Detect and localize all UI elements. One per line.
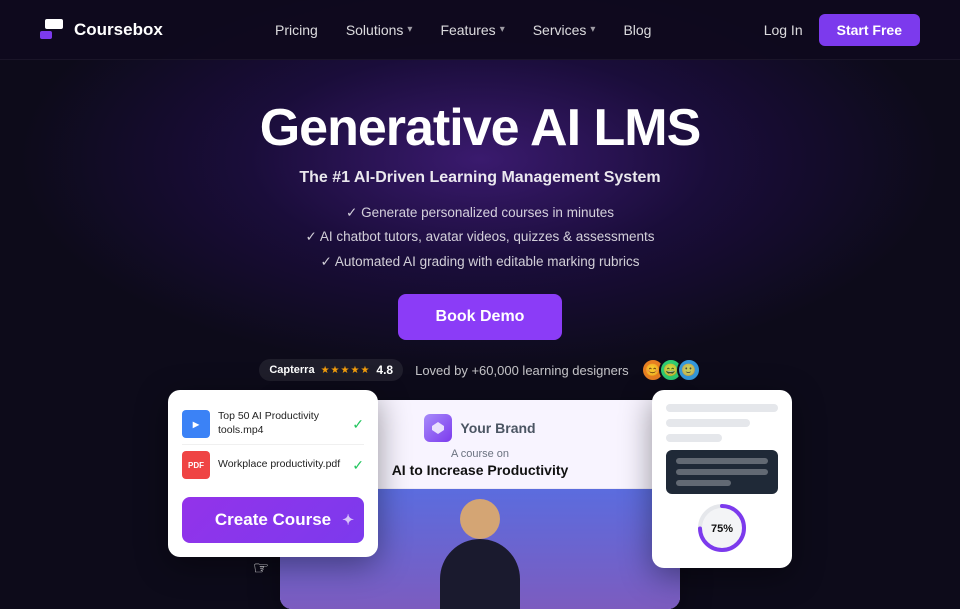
progress-circle: 75% bbox=[696, 502, 748, 554]
preview-area: ▶ Top 50 AI Productivity tools.mp4 ✓ PDF… bbox=[0, 400, 960, 600]
dark-line-3 bbox=[676, 480, 731, 486]
loved-by-text: Loved by +60,000 learning designers bbox=[415, 363, 629, 378]
brand-name: Your Brand bbox=[460, 420, 535, 436]
navbar: Coursebox Pricing Solutions ▾ Features ▾ bbox=[0, 0, 960, 60]
person-face bbox=[460, 499, 500, 539]
chevron-down-icon: ▾ bbox=[407, 24, 412, 35]
dark-block bbox=[666, 450, 778, 494]
text-line-3 bbox=[666, 434, 722, 442]
nav-link-solutions[interactable]: Solutions ▾ bbox=[346, 22, 413, 38]
nav-item-services[interactable]: Services ▾ bbox=[533, 22, 596, 38]
mp4-icon: ▶ bbox=[182, 410, 210, 438]
brand-icon bbox=[424, 414, 452, 442]
file-item-2: PDF Workplace productivity.pdf ✓ bbox=[182, 444, 364, 485]
capterra-stars: ★★★★★ bbox=[321, 365, 371, 376]
nav-link-blog[interactable]: Blog bbox=[623, 22, 651, 38]
avatar-3: 🙂 bbox=[677, 358, 701, 382]
nav-item-blog[interactable]: Blog bbox=[623, 22, 651, 38]
dark-line-2 bbox=[676, 469, 768, 475]
nav-item-pricing[interactable]: Pricing bbox=[275, 22, 318, 38]
nav-links: Pricing Solutions ▾ Features ▾ Services … bbox=[275, 22, 651, 38]
hero-features: Generate personalized courses in minutes… bbox=[0, 201, 960, 274]
hero-feature-3: Automated AI grading with editable marki… bbox=[0, 250, 960, 274]
file-item-1: ▶ Top 50 AI Productivity tools.mp4 ✓ bbox=[182, 404, 364, 444]
logo-box-bottom bbox=[40, 31, 52, 39]
file-name-2: Workplace productivity.pdf bbox=[218, 458, 344, 472]
nav-link-pricing[interactable]: Pricing bbox=[275, 22, 318, 38]
sparkle-icon: ✦ bbox=[342, 512, 354, 529]
create-course-button[interactable]: Create Course ✦ bbox=[182, 497, 364, 543]
social-proof: Capterra ★★★★★ 4.8 Loved by +60,000 lear… bbox=[0, 358, 960, 382]
avatar-group: 😊 😄 🙂 bbox=[641, 358, 701, 382]
logo-icon bbox=[40, 19, 68, 41]
page-wrapper: Coursebox Pricing Solutions ▾ Features ▾ bbox=[0, 0, 960, 531]
main-content: Generative AI LMS The #1 AI-Driven Learn… bbox=[0, 60, 960, 600]
login-button[interactable]: Log In bbox=[764, 22, 803, 38]
nav-item-features[interactable]: Features ▾ bbox=[440, 22, 504, 38]
hero-section: Generative AI LMS The #1 AI-Driven Learn… bbox=[0, 60, 960, 382]
right-panel: 75% bbox=[652, 390, 792, 568]
cursor-icon: ☞ bbox=[253, 558, 269, 579]
chevron-down-icon: ▾ bbox=[590, 24, 595, 35]
progress-text: 75% bbox=[711, 523, 733, 535]
capterra-badge: Capterra ★★★★★ 4.8 bbox=[259, 359, 403, 381]
nav-link-services[interactable]: Services ▾ bbox=[533, 22, 596, 38]
logo-text: Coursebox bbox=[74, 20, 163, 40]
capterra-score: 4.8 bbox=[376, 363, 393, 377]
nav-link-features[interactable]: Features ▾ bbox=[440, 22, 504, 38]
check-icon-1: ✓ bbox=[352, 416, 364, 433]
upload-card: ▶ Top 50 AI Productivity tools.mp4 ✓ PDF… bbox=[168, 390, 378, 557]
capterra-logo-text: Capterra bbox=[269, 364, 314, 376]
hero-title: Generative AI LMS bbox=[0, 100, 960, 157]
logo[interactable]: Coursebox bbox=[40, 19, 163, 41]
text-line-2 bbox=[666, 419, 750, 427]
person-body bbox=[440, 539, 520, 609]
nav-actions: Log In Start Free bbox=[764, 14, 920, 46]
start-free-button[interactable]: Start Free bbox=[819, 14, 920, 46]
logo-box-top bbox=[45, 19, 63, 29]
pdf-icon: PDF bbox=[182, 451, 210, 479]
hero-subtitle: The #1 AI-Driven Learning Management Sys… bbox=[0, 169, 960, 187]
chevron-down-icon: ▾ bbox=[500, 24, 505, 35]
book-demo-button[interactable]: Book Demo bbox=[398, 294, 563, 340]
dark-line-1 bbox=[676, 458, 768, 464]
hero-feature-1: Generate personalized courses in minutes bbox=[0, 201, 960, 225]
file-name-1: Top 50 AI Productivity tools.mp4 bbox=[218, 410, 344, 437]
hero-feature-2: AI chatbot tutors, avatar videos, quizze… bbox=[0, 225, 960, 249]
check-icon-2: ✓ bbox=[352, 457, 364, 474]
nav-item-solutions[interactable]: Solutions ▾ bbox=[346, 22, 413, 38]
text-line-1 bbox=[666, 404, 778, 412]
